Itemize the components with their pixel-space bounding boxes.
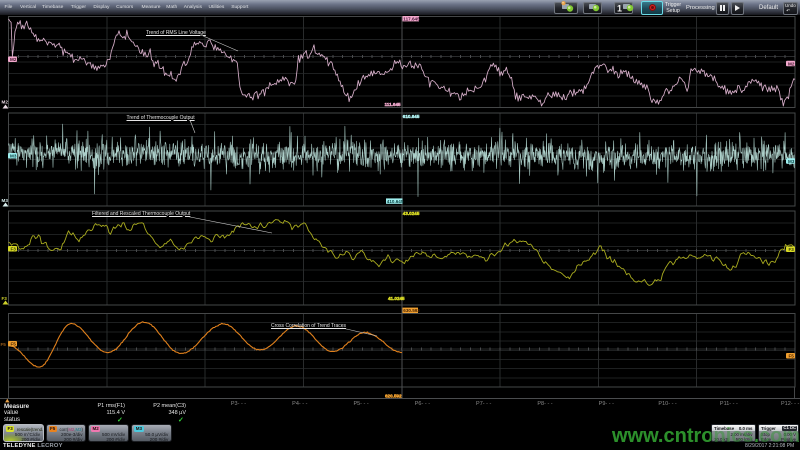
- svg-text:620.592: 620.592: [385, 393, 402, 398]
- svg-text:M2: M2: [10, 57, 17, 62]
- svg-text:F3: F3: [789, 247, 795, 252]
- svg-text:F3: F3: [11, 247, 17, 252]
- svg-text:F5: F5: [11, 342, 17, 347]
- svg-text:41.0245: 41.0245: [388, 296, 405, 301]
- svg-text:M2: M2: [788, 61, 795, 66]
- svg-text:111.645: 111.645: [385, 102, 402, 107]
- svg-text:F3: F3: [2, 296, 8, 301]
- svg-text:610.645: 610.645: [403, 114, 420, 119]
- svg-text:117.645: 117.645: [403, 16, 420, 21]
- svg-text:43.0245: 43.0245: [403, 211, 420, 216]
- svg-text:M3: M3: [10, 154, 17, 159]
- svg-text:M3: M3: [2, 198, 9, 203]
- svg-text:M3: M3: [788, 159, 795, 164]
- svg-text:M2: M2: [2, 100, 9, 105]
- svg-text:F5: F5: [789, 354, 795, 359]
- svg-text:F5: F5: [1, 342, 7, 347]
- svg-text:410.645: 410.645: [387, 199, 404, 204]
- svg-text:630.592: 630.592: [403, 308, 420, 313]
